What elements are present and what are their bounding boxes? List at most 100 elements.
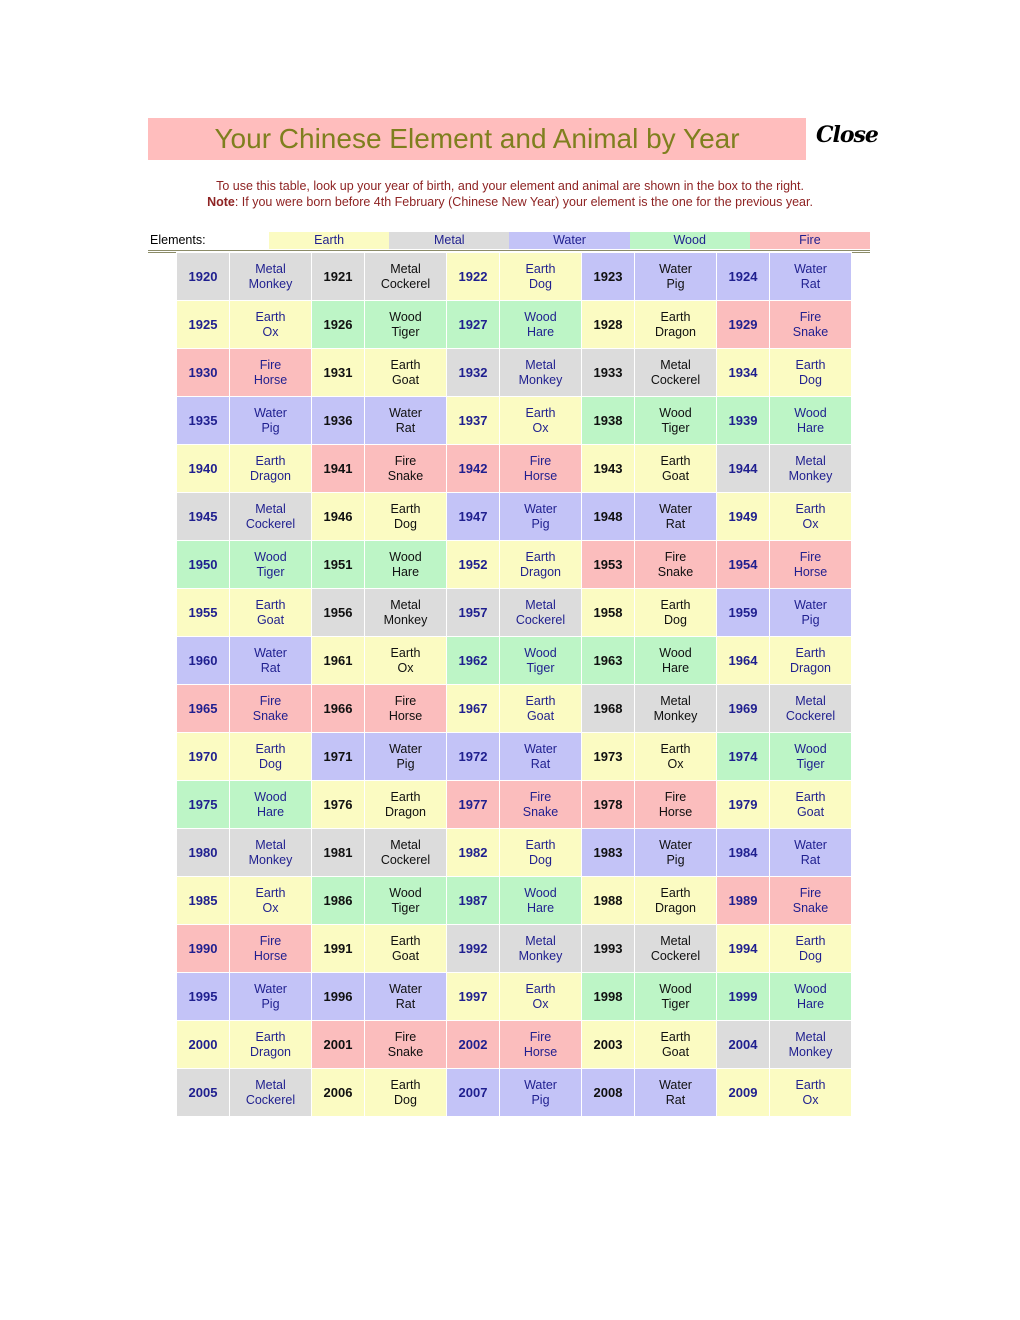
year-cell: 2001 xyxy=(311,1020,365,1069)
sign-cell: Fire Snake xyxy=(499,780,582,829)
sign-cell: Metal Monkey xyxy=(769,444,852,493)
sign-cell: Earth Dog xyxy=(229,732,312,781)
animal-label: Cockerel xyxy=(650,372,701,387)
table-row: 2000 Earth Dragon 2001 Fire Snake 2002 Fire Hors… xyxy=(176,1020,852,1069)
animal-label: Rat xyxy=(800,852,821,867)
year-cell: 1952 xyxy=(446,540,500,589)
year-cell: 1984 xyxy=(716,828,770,877)
sign-cell: Metal Cockerel xyxy=(634,348,717,397)
element-label: Earth xyxy=(525,549,556,564)
element-label: Wood xyxy=(524,645,557,660)
element-label: Metal xyxy=(795,693,826,708)
element-label: Earth xyxy=(255,1029,286,1044)
year-cell: 1996 xyxy=(311,972,365,1021)
year-cell: 1959 xyxy=(716,588,770,637)
element-label: Water xyxy=(524,741,557,756)
year-cell: 1923 xyxy=(581,252,635,301)
sign-cell: Fire Horse xyxy=(499,444,582,493)
element-label: Fire xyxy=(529,789,552,804)
year-cell: 1953 xyxy=(581,540,635,589)
animal-label: Snake xyxy=(387,1044,424,1059)
sign-cell: Metal Cockerel xyxy=(229,492,312,541)
sign-cell: Fire Snake xyxy=(634,540,717,589)
animal-label: Snake xyxy=(387,468,424,483)
animal-label: Hare xyxy=(526,900,555,915)
sign-cell: Wood Hare xyxy=(634,636,717,685)
year-cell: 1992 xyxy=(446,924,500,973)
sign-cell: Water Rat xyxy=(364,972,447,1021)
element-label: Earth xyxy=(660,453,691,468)
animal-label: Dog xyxy=(259,756,282,771)
animal-label: Rat xyxy=(665,516,686,531)
close-button[interactable]: Close xyxy=(816,122,879,148)
sign-cell: Earth Goat xyxy=(499,684,582,733)
table-row: 1985 Earth Ox 1986 Wood Tiger 1987 Wood Hare 1988… xyxy=(176,876,852,925)
animal-label: Hare xyxy=(796,420,825,435)
element-label: Metal xyxy=(525,933,556,948)
year-cell: 1928 xyxy=(581,300,635,349)
animal-label: Pig xyxy=(261,420,280,435)
sign-cell: Fire Horse xyxy=(229,348,312,397)
sign-cell: Earth Dog xyxy=(769,348,852,397)
animal-label: Dog xyxy=(664,612,687,627)
element-label: Wood xyxy=(389,309,422,324)
sign-cell: Metal Monkey xyxy=(364,588,447,637)
element-label: Fire xyxy=(529,453,552,468)
animal-label: Horse xyxy=(388,708,423,723)
year-cell: 1925 xyxy=(176,300,230,349)
year-cell: 1950 xyxy=(176,540,230,589)
animal-label: Rat xyxy=(800,276,821,291)
animal-label: Dog xyxy=(529,276,552,291)
sign-cell: Fire Snake xyxy=(364,1020,447,1069)
animal-label: Dragon xyxy=(655,324,696,339)
animal-label: Hare xyxy=(526,324,555,339)
year-cell: 1993 xyxy=(581,924,635,973)
animal-label: Dog xyxy=(529,852,552,867)
animal-label: Pig xyxy=(396,756,415,771)
table-row: 1930 Fire Horse 1931 Earth Goat 1932 Metal Monke… xyxy=(176,348,852,397)
year-cell: 1957 xyxy=(446,588,500,637)
animal-label: Pig xyxy=(531,516,550,531)
sign-cell: Water Rat xyxy=(769,252,852,301)
sign-cell: Earth Goat xyxy=(364,348,447,397)
element-label: Fire xyxy=(259,357,282,372)
year-cell: 1929 xyxy=(716,300,770,349)
animal-label: Dragon xyxy=(790,660,831,675)
sign-cell: Water Pig xyxy=(634,252,717,301)
element-label: Fire xyxy=(259,933,282,948)
animal-label: Monkey xyxy=(248,276,293,291)
element-label: Metal xyxy=(255,261,286,276)
animal-label: Goat xyxy=(526,708,555,723)
year-cell: 1976 xyxy=(311,780,365,829)
year-cell: 1970 xyxy=(176,732,230,781)
element-label: Earth xyxy=(660,885,691,900)
animal-label: Pig xyxy=(666,852,685,867)
element-label: Earth xyxy=(390,933,421,948)
animal-label: Ox xyxy=(397,660,414,675)
element-label: Earth xyxy=(795,789,826,804)
year-cell: 2002 xyxy=(446,1020,500,1069)
animal-label: Monkey xyxy=(788,1044,833,1059)
element-label: Metal xyxy=(390,837,421,852)
sign-cell: Metal Cockerel xyxy=(634,924,717,973)
year-cell: 1944 xyxy=(716,444,770,493)
element-label: Wood xyxy=(659,981,692,996)
element-label: Water xyxy=(794,837,827,852)
animal-label: Tiger xyxy=(661,420,690,435)
year-cell: 1947 xyxy=(446,492,500,541)
page-title: Your Chinese Element and Animal by Year xyxy=(214,123,740,154)
animal-label: Hare xyxy=(256,804,285,819)
element-label: Wood xyxy=(389,885,422,900)
animal-label: Dog xyxy=(799,372,822,387)
animal-label: Goat xyxy=(661,1044,690,1059)
year-cell: 1982 xyxy=(446,828,500,877)
animal-label: Cockerel xyxy=(380,276,431,291)
year-cell: 1949 xyxy=(716,492,770,541)
animal-label: Tiger xyxy=(391,900,420,915)
element-label: Wood xyxy=(389,549,422,564)
sign-cell: Earth Ox xyxy=(364,636,447,685)
element-label: Wood xyxy=(659,645,692,660)
year-cell: 1936 xyxy=(311,396,365,445)
year-cell: 1995 xyxy=(176,972,230,1021)
year-cell: 1997 xyxy=(446,972,500,1021)
